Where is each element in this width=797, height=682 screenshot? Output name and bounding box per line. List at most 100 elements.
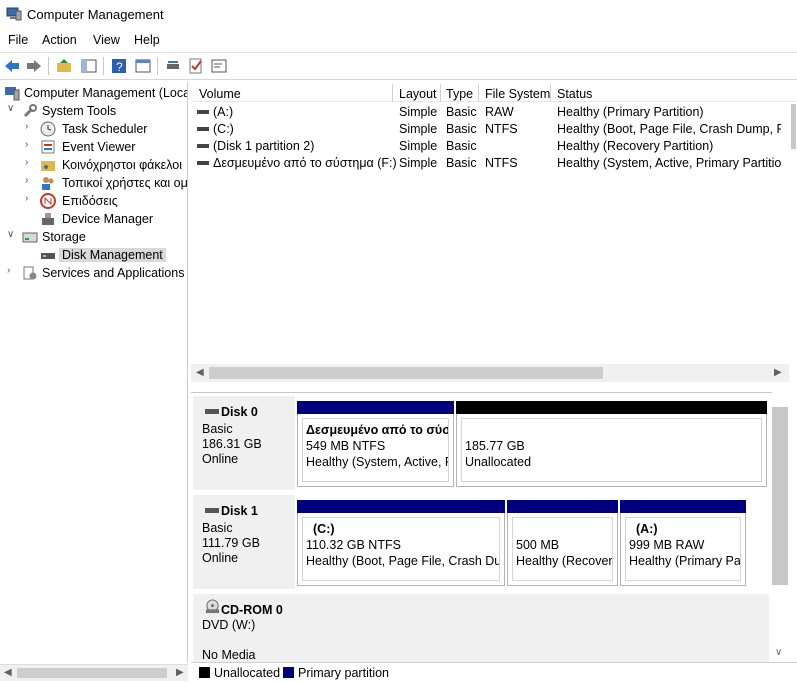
shared-folder-icon	[41, 161, 55, 171]
chevron-right-icon[interactable]: ›	[25, 121, 35, 132]
cell-fs: NTFS	[485, 122, 518, 136]
column-divider[interactable]	[440, 84, 441, 102]
scroll-right-icon[interactable]: ▶	[774, 367, 782, 378]
disk-0-info[interactable]: Disk 0 Basic 186.31 GB Online	[193, 396, 295, 490]
scrollbar-thumb[interactable]	[17, 668, 167, 678]
up-folder-icon[interactable]	[55, 57, 73, 75]
chevron-right-icon[interactable]: ›	[7, 265, 17, 276]
menu-help[interactable]: Help	[134, 33, 160, 47]
column-volume[interactable]: Volume	[199, 87, 241, 101]
cell-status: Healthy (System, Active, Primary Partiti…	[557, 156, 781, 170]
back-icon[interactable]	[3, 57, 21, 75]
disk-1-info[interactable]: Disk 1 Basic 111.79 GB Online	[193, 495, 295, 589]
column-divider[interactable]	[392, 84, 393, 102]
properties-icon[interactable]	[134, 57, 152, 75]
help-icon[interactable]: ?	[110, 57, 128, 75]
table-row[interactable]: (C:) Simple Basic NTFS Healthy (Boot, Pa…	[191, 120, 781, 137]
menu-file[interactable]: File	[8, 33, 28, 47]
chevron-down-icon[interactable]: ∨	[7, 103, 17, 114]
partition-size: 999 MB RAW	[629, 538, 705, 552]
disk-map-vertical-scrollbar[interactable]: ∨	[772, 392, 797, 662]
column-status[interactable]: Status	[557, 87, 592, 101]
cell-type: Basic	[446, 122, 477, 136]
partition-body: (A:) 999 MB RAW Healthy (Primary Part	[625, 517, 741, 581]
disk-kind: Basic	[202, 422, 233, 436]
menu-view[interactable]: View	[93, 33, 120, 47]
partition-a[interactable]: (A:) 999 MB RAW Healthy (Primary Part	[620, 500, 746, 586]
menu-action[interactable]: Action	[42, 33, 77, 47]
scrollbar-thumb[interactable]	[209, 367, 603, 379]
navigation-tree: Computer Management (Local ∨ System Tool…	[0, 82, 188, 662]
forward-icon[interactable]	[25, 57, 43, 75]
column-layout[interactable]: Layout	[399, 87, 437, 101]
cdrom-0-info[interactable]: CD-ROM 0 DVD (W:) No Media	[193, 594, 295, 662]
toolbar-separator	[157, 57, 158, 75]
users-icon	[42, 177, 54, 190]
volume-list-horizontal-scrollbar[interactable]: ◀ ▶	[191, 364, 789, 382]
cell-volume: (C:)	[213, 122, 234, 136]
scroll-left-icon[interactable]: ◀	[196, 367, 204, 378]
scroll-left-icon[interactable]: ◀	[4, 667, 12, 678]
volume-list-vertical-scrollbar[interactable]	[772, 82, 797, 362]
primary-partition-bar	[297, 500, 505, 513]
partition-status: Healthy (Recovery	[516, 554, 613, 568]
table-row[interactable]: (Disk 1 partition 2) Simple Basic Health…	[191, 137, 781, 154]
table-row[interactable]: (A:) Simple Basic RAW Healthy (Primary P…	[191, 103, 781, 120]
disk-kind: DVD (W:)	[202, 618, 256, 632]
cell-volume: (A:)	[213, 105, 234, 119]
disk-kind: Basic	[202, 521, 233, 535]
disk-connect-icon[interactable]	[164, 57, 182, 75]
disk-icon	[205, 409, 219, 414]
cell-fs: NTFS	[485, 156, 518, 170]
partition-system-reserved[interactable]: Δεσμευμένο από το σύστ 549 MB NTFS Healt…	[297, 401, 454, 487]
tree-item-label: Storage	[42, 230, 86, 244]
chevron-right-icon[interactable]: ›	[25, 139, 35, 150]
scroll-right-icon[interactable]: ▶	[176, 667, 184, 678]
column-divider[interactable]	[550, 84, 551, 102]
tree-item-label: System Tools	[42, 104, 117, 118]
primary-swatch	[283, 667, 294, 678]
partition-label: (C:)	[313, 522, 335, 536]
partition-unallocated[interactable]: 185.77 GB Unallocated	[456, 401, 767, 487]
disk-management-icon	[41, 253, 55, 259]
partition-status: Healthy (Primary Part	[629, 554, 741, 568]
legend: Unallocated Primary partition	[191, 662, 797, 682]
device-manager-icon	[42, 213, 54, 225]
partition-body: 185.77 GB Unallocated	[461, 418, 762, 482]
tree-item-label: Κοινόχρηστοι φάκελοι	[62, 158, 183, 172]
partition-body: Δεσμευμένο από το σύστ 549 MB NTFS Healt…	[302, 418, 449, 482]
tree-item-label: Task Scheduler	[62, 122, 148, 136]
cell-type: Basic	[446, 156, 477, 170]
partition-c[interactable]: (C:) 110.32 GB NTFS Healthy (Boot, Page …	[297, 500, 505, 586]
svg-text:?: ?	[116, 60, 123, 74]
storage-icon	[22, 232, 38, 243]
tree-item-label: Event Viewer	[62, 140, 136, 154]
volume-list: Volume Layout Type File System Status (A…	[191, 82, 797, 382]
partition-size: 185.77 GB	[465, 439, 525, 453]
column-file-system[interactable]: File System	[485, 87, 550, 101]
chevron-right-icon[interactable]: ›	[25, 193, 35, 204]
show-hide-tree-icon[interactable]	[80, 57, 98, 75]
services-icon	[23, 266, 37, 280]
title-bar: Computer Management	[0, 0, 797, 30]
disk-map: Disk 0 Basic 186.31 GB Online Δεσμευμένο…	[191, 392, 797, 662]
partition-recovery[interactable]: 500 MB Healthy (Recovery	[507, 500, 618, 586]
column-divider[interactable]	[478, 84, 479, 102]
check-icon[interactable]	[187, 57, 205, 75]
chevron-right-icon[interactable]: ›	[25, 157, 35, 168]
table-row[interactable]: Δεσμευμένο από το σύστημα (F:) Simple Ba…	[191, 154, 781, 171]
cell-layout: Simple	[399, 122, 438, 136]
tools-icon	[23, 104, 37, 118]
column-type[interactable]: Type	[446, 87, 473, 101]
chevron-right-icon[interactable]: ›	[25, 175, 35, 186]
scroll-down-icon[interactable]: ∨	[775, 647, 782, 658]
scrollbar-thumb[interactable]	[772, 407, 788, 585]
chevron-down-icon[interactable]: ∨	[7, 229, 17, 240]
console-icon[interactable]	[210, 57, 228, 75]
tree-horizontal-scrollbar[interactable]: ◀ ▶	[0, 664, 188, 681]
performance-icon	[40, 193, 56, 209]
scrollbar-thumb[interactable]	[791, 104, 796, 149]
cdrom-0-area	[295, 594, 769, 662]
cell-status: Healthy (Recovery Partition)	[557, 139, 714, 153]
computer-management-icon	[6, 7, 22, 21]
